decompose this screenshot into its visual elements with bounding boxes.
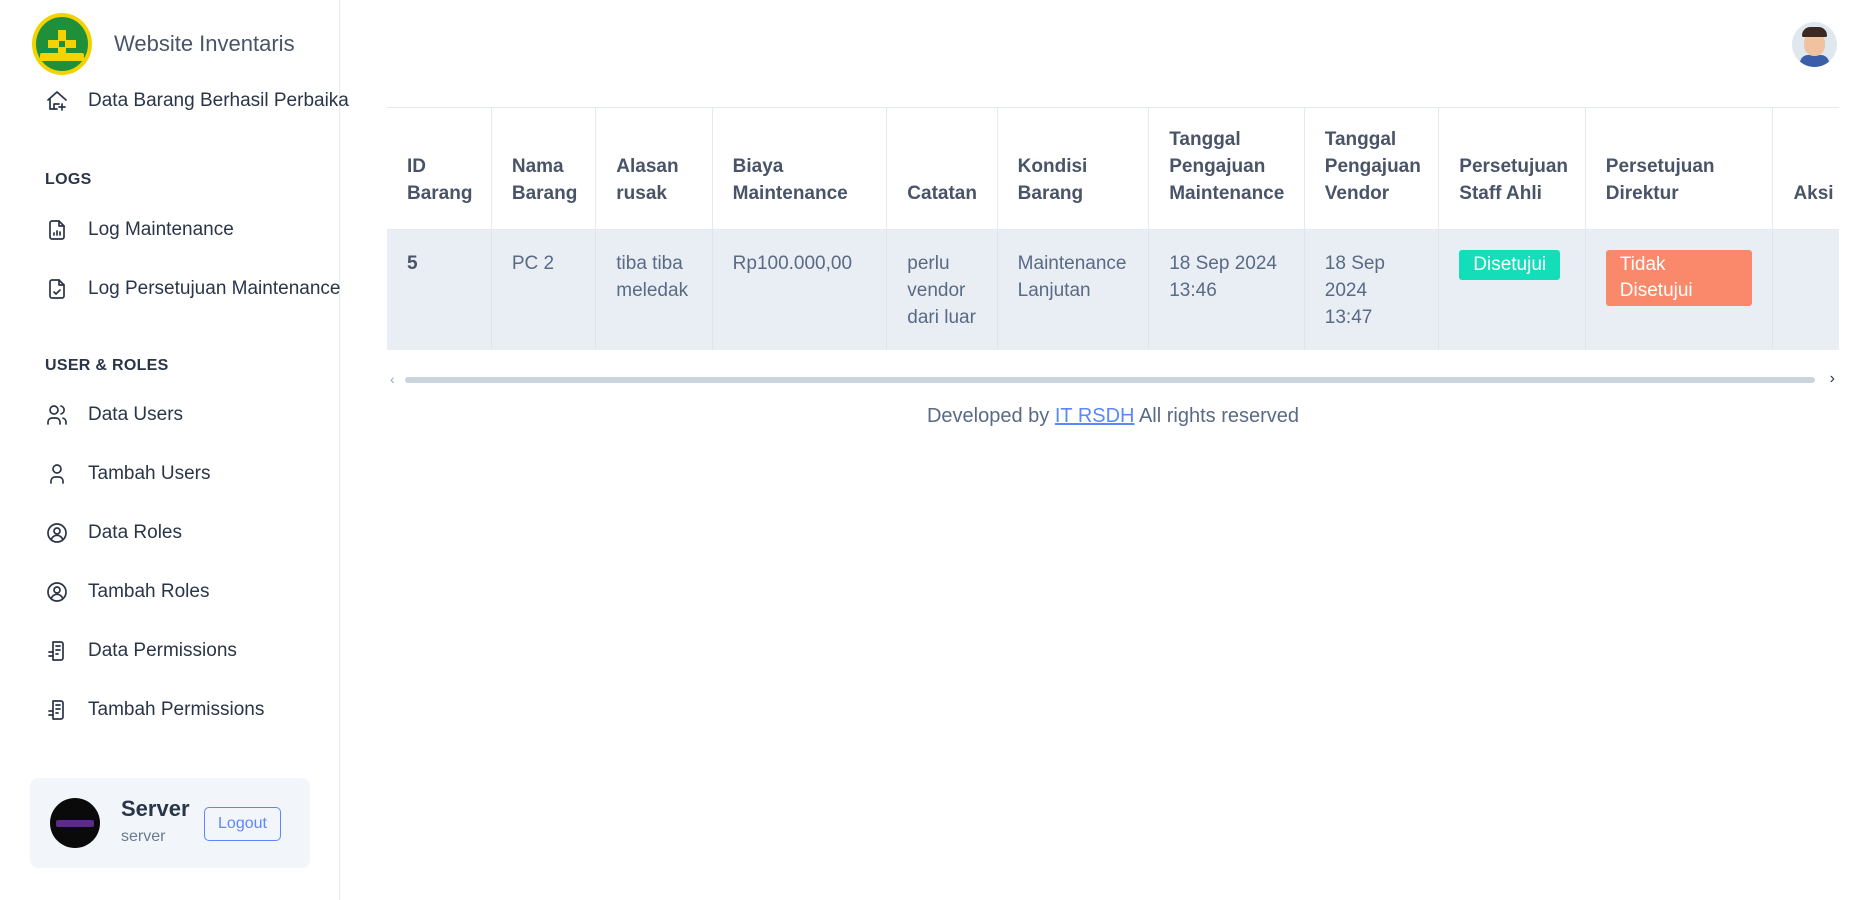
sidebar-item-label: Data Roles xyxy=(88,522,182,543)
cell-direktur: Tidak Disetujui xyxy=(1585,229,1774,350)
file-chart-icon xyxy=(44,217,70,243)
brand-title: Website Inventaris xyxy=(114,31,295,56)
sidebar-item-label: Data Barang Berhasil Perbaika xyxy=(88,90,349,111)
user-circle-icon xyxy=(44,579,70,605)
footer: Developed by IT RSDH All rights reserved xyxy=(387,405,1839,428)
column-header: Catatan xyxy=(886,108,998,230)
cell-kondisi: Maintenance Lanjutan xyxy=(997,229,1150,350)
sidebar-item-label: Tambah Permissions xyxy=(88,699,265,720)
sidebar-item-log-persetujuan[interactable]: Log Persetujuan Maintenance xyxy=(44,274,340,304)
column-header: Kondisi Barang xyxy=(997,108,1150,230)
column-header: ID Barang xyxy=(387,108,492,230)
scroll-right-icon[interactable]: › xyxy=(1830,370,1835,388)
sidebar-item-tambah-permissions[interactable]: Tambah Permissions xyxy=(44,695,264,725)
column-header: Alasan rusak xyxy=(595,108,713,230)
maintenance-table: ID Barang Nama Barang Alasan rusak Biaya… xyxy=(387,108,1839,350)
column-header: Biaya Maintenance xyxy=(712,108,888,230)
status-badge-approved: Disetujui xyxy=(1459,249,1561,280)
sidebar: Website Inventaris Data Barang Berhasil … xyxy=(0,0,349,900)
cell-tgl-vendor: 18 Sep 2024 13:47 xyxy=(1304,229,1440,350)
user-icon xyxy=(44,461,70,487)
hospital-logo-icon xyxy=(32,13,92,75)
sidebar-item-data-permissions[interactable]: Data Permissions xyxy=(44,636,237,666)
file-check-icon xyxy=(44,276,70,302)
footer-suffix: All rights reserved xyxy=(1138,405,1300,427)
scroll-left-icon[interactable]: ‹ xyxy=(390,371,395,387)
column-header: Tanggal Pengajuan Maintenance xyxy=(1148,108,1305,230)
sidebar-item-data-users[interactable]: Data Users xyxy=(44,400,183,430)
user-role: server xyxy=(121,828,166,845)
report-icon xyxy=(44,697,70,723)
sidebar-item-tambah-users[interactable]: Tambah Users xyxy=(44,459,211,489)
section-caption-user-roles: USER & ROLES xyxy=(45,357,169,374)
cell-catatan: perlu vendor dari luar xyxy=(886,229,998,350)
brand[interactable]: Website Inventaris xyxy=(32,12,295,76)
sidebar-item-label: Log Persetujuan Maintenance xyxy=(88,278,341,299)
table-row: 5 PC 2 tiba tiba meledak Rp100.000,00 pe… xyxy=(387,229,1839,350)
sidebar-item-label: Log Maintenance xyxy=(88,219,234,240)
sidebar-item-label: Data Users xyxy=(88,404,184,425)
footer-prefix: Developed by xyxy=(926,405,1050,427)
logout-button[interactable]: Logout xyxy=(204,807,281,841)
cell-nama: PC 2 xyxy=(491,229,597,350)
report-icon xyxy=(44,638,70,664)
column-header: Persetujuan Staff Ahli xyxy=(1438,108,1586,230)
cell-alasan: tiba tiba meledak xyxy=(595,229,713,350)
section-caption-logs: LOGS xyxy=(45,171,92,188)
user-profile-card: Server server Logout xyxy=(30,778,310,868)
cell-id: 5 xyxy=(387,229,492,350)
status-badge-rejected: Tidak Disetujui xyxy=(1605,249,1753,306)
sidebar-item-log-maintenance[interactable]: Log Maintenance xyxy=(44,215,234,245)
profile-avatar[interactable] xyxy=(1792,22,1837,67)
cell-biaya: Rp100.000,00 xyxy=(712,229,888,350)
sidebar-item-label: Tambah Users xyxy=(88,463,211,484)
sidebar-item-data-barang-berhasil[interactable]: Data Barang Berhasil Perbaika xyxy=(44,86,349,116)
scrollbar-thumb[interactable] xyxy=(405,377,1815,383)
horizontal-scrollbar[interactable]: ‹ › xyxy=(387,369,1839,389)
cell-tgl-maintenance: 18 Sep 2024 13:46 xyxy=(1148,229,1305,350)
sidebar-item-label: Data Permissions xyxy=(88,640,237,661)
users-icon xyxy=(44,402,70,428)
cell-staff-ahli: Disetujui xyxy=(1438,229,1586,350)
user-name: Server xyxy=(121,796,190,821)
table-header-row: ID Barang Nama Barang Alasan rusak Biaya… xyxy=(387,108,1839,230)
column-header: Nama Barang xyxy=(491,108,597,230)
avatar xyxy=(50,798,100,848)
column-header: Persetujuan Direktur xyxy=(1585,108,1774,230)
footer-link[interactable]: IT RSDH xyxy=(1055,405,1135,427)
maintenance-table-container: ID Barang Nama Barang Alasan rusak Biaya… xyxy=(387,107,1839,350)
column-header: Tanggal Pengajuan Vendor xyxy=(1304,108,1440,230)
sidebar-item-data-roles[interactable]: Data Roles xyxy=(44,518,182,548)
user-circle-icon xyxy=(44,520,70,546)
sidebar-item-label: Tambah Roles xyxy=(88,581,210,602)
cell-aksi xyxy=(1772,229,1839,350)
sidebar-item-tambah-roles[interactable]: Tambah Roles xyxy=(44,577,209,607)
column-header: Aksi xyxy=(1772,108,1839,230)
home-plus-icon xyxy=(44,88,70,114)
